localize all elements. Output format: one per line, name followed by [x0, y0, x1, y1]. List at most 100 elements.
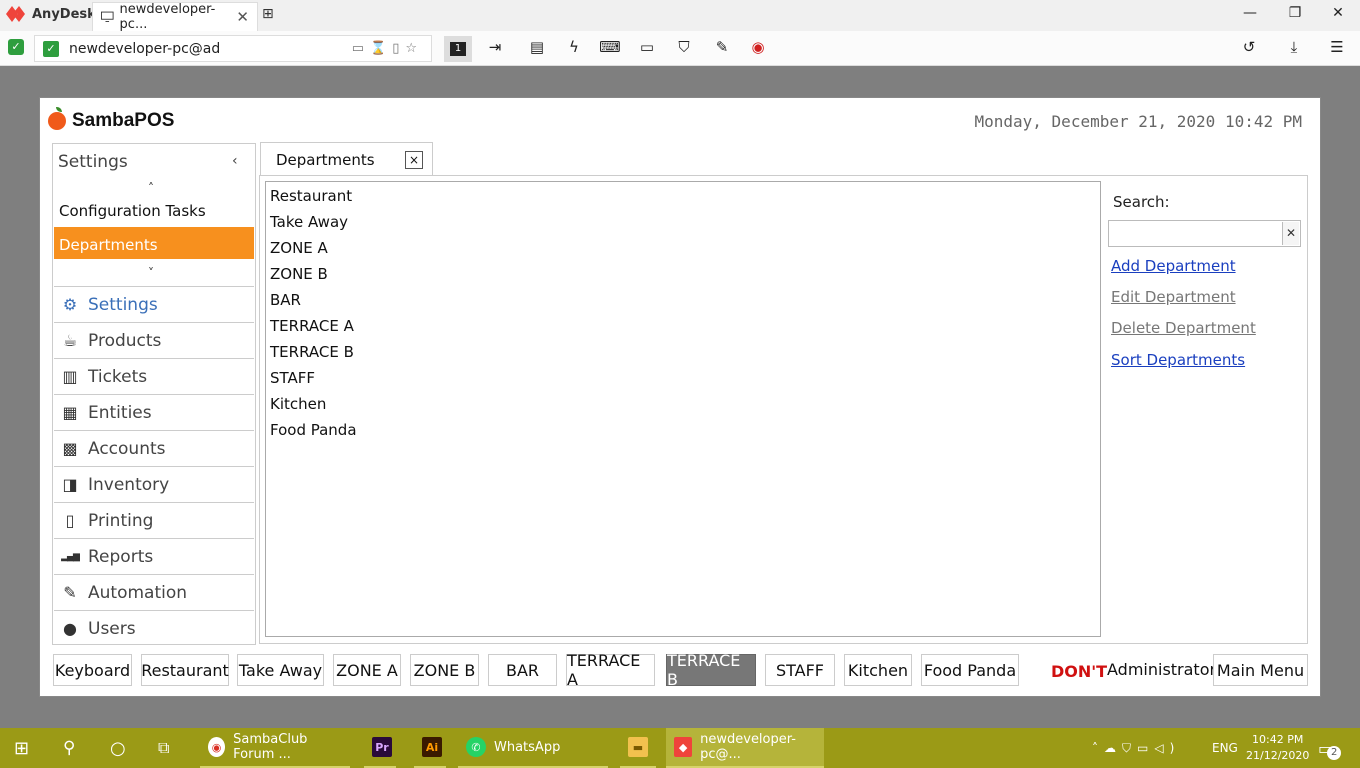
minimize-icon[interactable]: — — [1235, 5, 1265, 21]
list-item[interactable]: Take Away — [270, 213, 348, 231]
tab-departments[interactable]: Departments × — [260, 142, 433, 176]
list-item[interactable]: TERRACE B — [270, 343, 354, 361]
address-status-icons: ▭⌛▯☆ — [351, 41, 423, 56]
bottom-button-take-away[interactable]: Take Away — [237, 654, 324, 686]
sidebar-item-accounts[interactable]: ▩ Accounts — [54, 430, 254, 466]
permissions-icon[interactable]: ⛉ — [672, 38, 696, 56]
address-text: newdeveloper-pc@ad — [69, 40, 221, 57]
close-window-icon[interactable]: ✕ — [1323, 5, 1353, 21]
list-item[interactable]: Kitchen — [270, 395, 326, 413]
transfer-icon[interactable]: ⇥ — [483, 38, 507, 56]
list-item[interactable]: TERRACE A — [270, 317, 354, 335]
list-item[interactable]: Food Panda — [270, 421, 357, 439]
clear-search-icon[interactable]: ✕ — [1282, 222, 1299, 245]
folder-icon: ▬ — [628, 737, 648, 757]
list-item[interactable]: ZONE B — [270, 265, 328, 283]
taskbar-app-illustrator[interactable]: Ai — [414, 728, 446, 768]
scroll-down-icon[interactable]: ˅ — [148, 266, 154, 280]
sidebar-item-inventory[interactable]: ◨ Inventory — [54, 466, 254, 502]
bottom-button-food-panda[interactable]: Food Panda — [921, 654, 1019, 686]
taskbar-app-label: WhatsApp — [494, 739, 561, 755]
actions-icon[interactable]: ϟ — [562, 38, 586, 56]
file-manager-icon[interactable]: ⤓ — [1282, 38, 1306, 56]
connection-status-icon: ✓ — [8, 39, 24, 55]
bottom-button-kitchen[interactable]: Kitchen — [844, 654, 912, 686]
history-icon[interactable]: ↺ — [1237, 38, 1261, 56]
tray-icons[interactable]: ˄☁⛉▭◁) — [1092, 728, 1180, 768]
display-icon[interactable]: ▭ — [635, 38, 659, 56]
taskbar-app-anydesk[interactable]: ◆ newdeveloper-pc@... — [666, 728, 824, 768]
search-input[interactable] — [1108, 220, 1301, 247]
datetime: Monday, December 21, 2020 10:42 PM — [974, 112, 1302, 131]
restore-icon[interactable]: ❐ — [1280, 5, 1310, 21]
taskbar-app-chrome[interactable]: ◉ SambaClub Forum ... — [200, 728, 350, 768]
bottom-button-terrace-a[interactable]: TERRACE A — [566, 651, 655, 689]
sidebar-item-departments[interactable]: Departments — [54, 227, 254, 259]
windows-start-icon[interactable]: ⊞ — [14, 728, 29, 768]
keyboard-icon[interactable]: ⌨ — [598, 38, 622, 56]
new-tab-icon[interactable]: ⊞ — [262, 6, 274, 22]
taskbar-clock[interactable]: 10:42 PM 21/12/2020 — [1246, 728, 1309, 768]
sort-departments-link[interactable]: Sort Departments — [1111, 351, 1245, 369]
sidebar-item-label: Inventory — [88, 474, 170, 495]
taskbar-app-premiere[interactable]: Pr — [364, 728, 396, 768]
departments-list[interactable] — [265, 181, 1101, 637]
close-tab-button[interactable]: × — [405, 151, 423, 169]
add-department-link[interactable]: Add Department — [1111, 257, 1236, 275]
session-tab-label: newdeveloper-pc... — [119, 2, 216, 32]
sidebar-item-products[interactable]: ☕ Products — [54, 322, 254, 358]
language-indicator[interactable]: ENG — [1212, 728, 1238, 768]
chat-icon[interactable]: ▤ — [525, 38, 549, 56]
pen-icon: ✎ — [63, 583, 77, 602]
search-taskbar-icon[interactable]: ⚲ — [63, 728, 75, 768]
sidebar-item-tickets[interactable]: ▥ Tickets — [54, 358, 254, 394]
bottom-button-zone-a[interactable]: ZONE A — [333, 654, 401, 686]
session-tab[interactable]: newdeveloper-pc... ✕ — [92, 2, 258, 32]
bottom-button-keyboard[interactable]: Keyboard — [53, 654, 132, 686]
gear-icon: ⚙ — [62, 295, 78, 314]
bottom-button-bar[interactable]: BAR — [488, 654, 557, 686]
main-menu-button[interactable]: Main Menu — [1213, 654, 1308, 686]
monitor-selector[interactable]: 1 — [444, 36, 472, 62]
chrome-icon: ◉ — [208, 737, 226, 757]
sidebar-item-label: Automation — [88, 582, 188, 603]
taskbar-date: 21/12/2020 — [1246, 749, 1310, 762]
whiteboard-icon[interactable]: ✎ — [710, 38, 734, 56]
close-tab-icon[interactable]: ✕ — [236, 8, 249, 26]
sidebar-item-reports[interactable]: ▂▄▆ Reports — [54, 538, 254, 574]
record-icon[interactable]: ◉ — [746, 38, 770, 56]
sidebar-item-settings[interactable]: ⚙ Settings — [54, 286, 254, 322]
sidebar-item-users[interactable]: ● Users — [54, 610, 254, 646]
edit-department-link[interactable]: Edit Department — [1111, 288, 1236, 306]
anydesk-logo-icon — [6, 6, 25, 22]
user-name: Administrator — [1107, 660, 1217, 679]
sidebar-item-automation[interactable]: ✎ Automation — [54, 574, 254, 610]
sidebar-item-entities[interactable]: ▦ Entities — [54, 394, 254, 430]
bar-chart-icon: ▂▄▆ — [61, 551, 80, 562]
list-item[interactable]: Restaurant — [270, 187, 352, 205]
list-item[interactable]: STAFF — [270, 369, 315, 387]
sidebar-item-printing[interactable]: ▯ Printing — [54, 502, 254, 538]
bottom-button-staff[interactable]: STAFF — [765, 654, 835, 686]
inventory-icon: ◨ — [62, 475, 78, 494]
list-item[interactable]: BAR — [270, 291, 301, 309]
anydesk-logo: AnyDesk — [6, 6, 96, 22]
notifications-icon[interactable]: ▭ 2 — [1318, 728, 1342, 768]
tab-departments-label: Departments — [276, 150, 375, 169]
address-bar[interactable]: ✓ newdeveloper-pc@ad ▭⌛▯☆ — [34, 35, 432, 62]
taskbar-app-whatsapp[interactable]: ✆ WhatsApp — [458, 728, 608, 768]
illustrator-icon: Ai — [422, 737, 442, 757]
menu-icon[interactable]: ☰ — [1325, 38, 1349, 56]
delete-department-link[interactable]: Delete Department — [1111, 319, 1256, 337]
cortana-icon[interactable]: ○ — [110, 728, 126, 768]
taskbar-app-folder[interactable]: ▬ — [620, 728, 656, 768]
scroll-up-icon[interactable]: ˄ — [148, 181, 154, 195]
list-item[interactable]: ZONE A — [270, 239, 328, 257]
collapse-sidebar-icon[interactable]: ‹ — [232, 153, 238, 169]
task-view-icon[interactable]: ⧉ — [158, 728, 169, 768]
bottom-button-terrace-b[interactable]: TERRACE B — [666, 651, 756, 689]
bottom-button-zone-b[interactable]: ZONE B — [410, 654, 479, 686]
bottom-button-restaurant[interactable]: Restaurant — [141, 654, 229, 686]
sidebar-item-configuration-tasks[interactable]: Configuration Tasks — [59, 202, 206, 220]
sidebar-item-label: Accounts — [88, 438, 166, 459]
